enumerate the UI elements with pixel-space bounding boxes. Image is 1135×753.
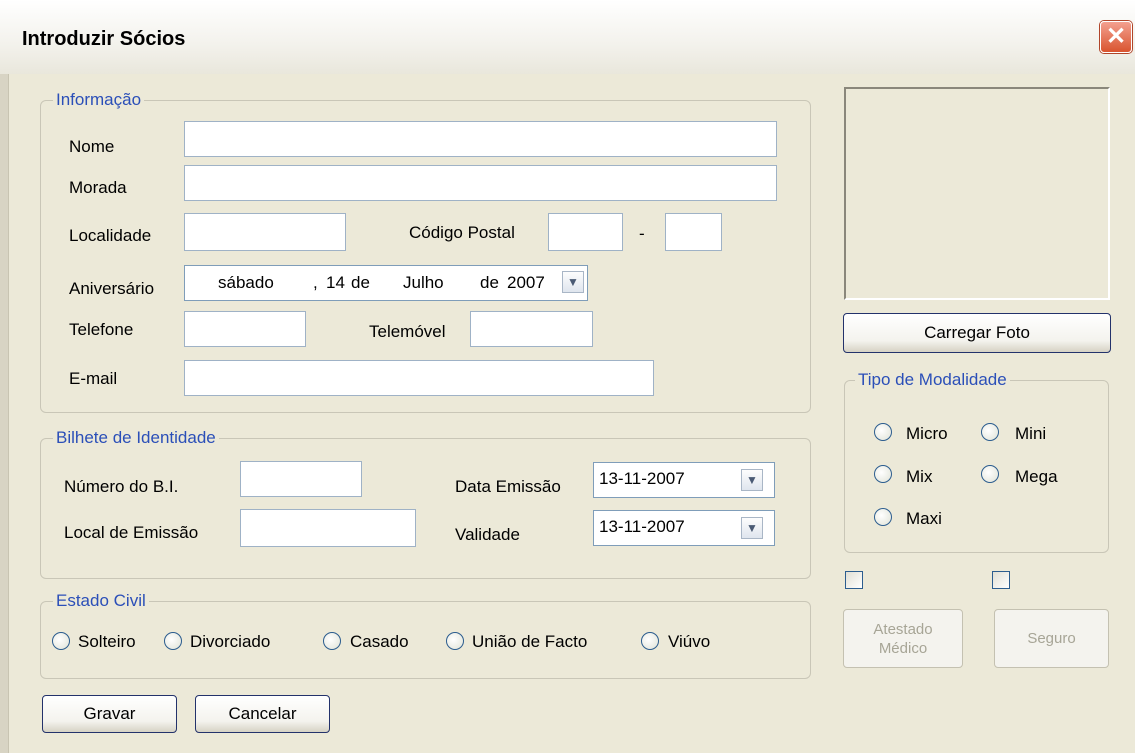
data-emissao-select[interactable]: 13-11-2007 ▼ [593, 462, 775, 498]
aniversario-month: Julho [403, 273, 444, 292]
radio-mega-label: Mega [1015, 467, 1058, 486]
aniversario-de-1: de [351, 273, 370, 292]
codigo-postal-field-2[interactable] [665, 213, 722, 251]
aniversario-comma: , [313, 273, 318, 292]
atestado-checkbox[interactable] [845, 571, 863, 589]
aniversario-day: 14 [326, 273, 345, 292]
radio-micro[interactable] [874, 423, 892, 441]
radio-micro-label: Micro [906, 424, 948, 443]
photo-frame [844, 87, 1110, 300]
gravar-button[interactable]: Gravar [42, 695, 177, 733]
cancelar-button[interactable]: Cancelar [195, 695, 330, 733]
window-title: Introduzir Sócios [22, 28, 186, 50]
close-button[interactable]: ✕ [1100, 21, 1132, 53]
radio-divorciado[interactable] [164, 632, 182, 650]
chevron-down-icon[interactable]: ▼ [741, 469, 763, 491]
telefone-label: Telefone [69, 320, 134, 339]
bilhete-group [40, 438, 811, 579]
radio-maxi[interactable] [874, 508, 892, 526]
numero-bi-field[interactable] [240, 461, 362, 497]
codigo-postal-field-1[interactable] [548, 213, 623, 251]
radio-viuvo[interactable] [641, 632, 659, 650]
estado-civil-legend: Estado Civil [53, 591, 149, 611]
radio-solteiro[interactable] [52, 632, 70, 650]
window-border [0, 74, 9, 753]
telemovel-label: Telemóvel [369, 322, 446, 341]
data-emissao-label: Data Emissão [455, 477, 561, 496]
radio-solteiro-label: Solteiro [78, 632, 136, 651]
radio-divorciado-label: Divorciado [190, 632, 271, 651]
radio-viuvo-label: Viúvo [668, 632, 711, 651]
bilhete-legend: Bilhete de Identidade [53, 428, 219, 448]
informacao-legend: Informação [53, 90, 145, 110]
radio-maxi-label: Maxi [906, 509, 942, 528]
nome-field[interactable] [184, 121, 777, 157]
radio-uniao-de-facto[interactable] [446, 632, 464, 650]
seguro-button[interactable]: Seguro [994, 609, 1109, 668]
nome-label: Nome [69, 137, 115, 156]
local-emissao-field[interactable] [240, 509, 416, 547]
validade-label: Validade [455, 525, 520, 544]
localidade-label: Localidade [69, 226, 152, 245]
chevron-down-icon[interactable]: ▼ [741, 517, 763, 539]
chevron-down-icon[interactable]: ▼ [562, 271, 584, 293]
codigo-postal-separator: - [639, 224, 645, 243]
radio-mini-label: Mini [1015, 424, 1047, 443]
close-icon: ✕ [1105, 23, 1127, 50]
local-emissao-label: Local de Emissão [64, 523, 199, 542]
codigo-postal-label: Código Postal [409, 223, 515, 242]
radio-uniao-de-facto-label: União de Facto [472, 632, 588, 651]
aniversario-label: Aniversário [69, 279, 155, 298]
aniversario-de-2: de [480, 273, 499, 292]
aniversario-year: 2007 [507, 273, 545, 292]
radio-casado[interactable] [323, 632, 341, 650]
radio-mini[interactable] [981, 423, 999, 441]
seguro-checkbox[interactable] [992, 571, 1010, 589]
telemovel-field[interactable] [470, 311, 593, 347]
modalidade-legend: Tipo de Modalidade [855, 370, 1010, 390]
radio-casado-label: Casado [350, 632, 409, 651]
atestado-medico-line2: Médico [878, 639, 928, 657]
radio-mega[interactable] [981, 465, 999, 483]
localidade-field[interactable] [184, 213, 346, 251]
aniversario-date-picker[interactable]: sábado , 14 de Julho de 2007 ▼ [184, 265, 588, 301]
telefone-field[interactable] [184, 311, 306, 347]
radio-mix[interactable] [874, 465, 892, 483]
email-field[interactable] [184, 360, 654, 396]
atestado-medico-button[interactable]: Atestado Médico [843, 609, 963, 668]
carregar-foto-button[interactable]: Carregar Foto [843, 313, 1111, 353]
validade-select[interactable]: 13-11-2007 ▼ [593, 510, 775, 546]
numero-bi-label: Número do B.I. [64, 477, 179, 496]
validade-value: 13-11-2007 [599, 517, 685, 536]
morada-field[interactable] [184, 165, 777, 201]
morada-label: Morada [69, 178, 127, 197]
atestado-medico-line1: Atestado [873, 620, 933, 638]
radio-mix-label: Mix [906, 467, 933, 486]
aniversario-weekday: sábado [218, 273, 274, 292]
data-emissao-value: 13-11-2007 [599, 469, 685, 488]
email-label: E-mail [69, 369, 118, 388]
